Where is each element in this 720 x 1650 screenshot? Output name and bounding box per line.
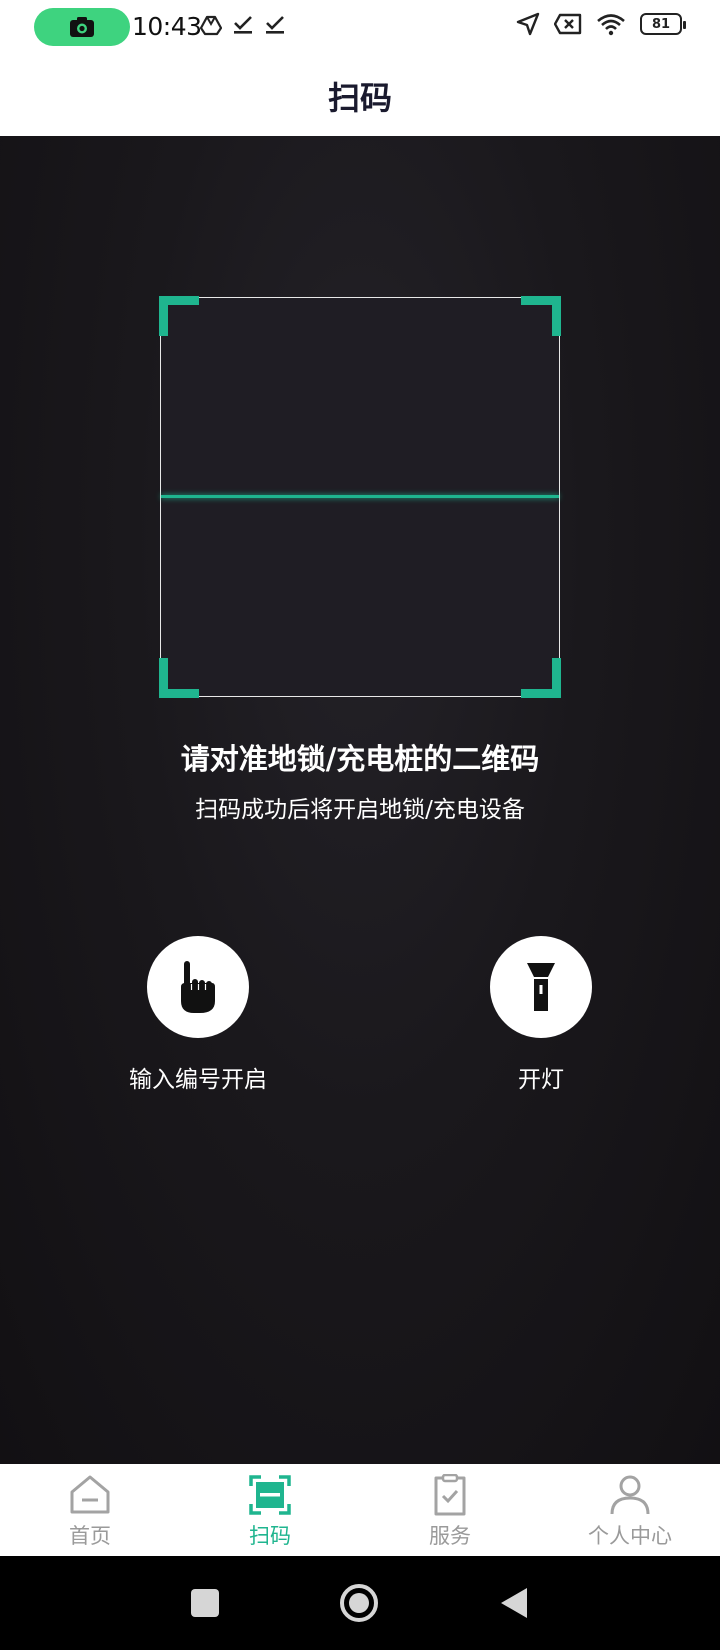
system-navigation-bar [0,1556,720,1650]
drive-icon [200,15,222,36]
status-bar: 10:43 81 [0,0,720,56]
screen-record-indicator[interactable] [34,8,130,46]
status-system-icons: 81 [516,12,686,36]
service-icon [434,1474,466,1516]
page-title: 扫码 [327,79,392,117]
flashlight-action[interactable]: 开灯 [431,936,651,1094]
manual-input-action[interactable]: 输入编号开启 [88,936,308,1094]
status-notification-icons [200,14,286,36]
tab-home[interactable]: 首页 [0,1464,180,1556]
pointing-hand-icon [181,961,215,1013]
scan-corner-top-left [159,296,199,336]
camera-icon [70,17,94,37]
scan-corner-bottom-right [521,658,561,698]
person-icon [610,1475,650,1515]
tab-scan[interactable]: 扫码 [180,1464,360,1556]
flashlight-icon [527,963,555,1011]
location-icon [516,12,540,36]
scan-line [161,495,559,498]
title-bar: 扫码 [0,56,720,136]
scan-corner-bottom-left [159,658,199,698]
tab-label: 首页 [69,1524,111,1548]
flashlight-button[interactable] [490,936,592,1038]
scan-corner-top-right [521,296,561,336]
flashlight-label: 开灯 [518,1067,564,1093]
tab-label: 个人中心 [588,1524,672,1548]
scan-instruction-subtitle: 扫码成功后将开启地锁/充电设备 [195,797,525,823]
status-time: 10:43 [132,12,202,41]
download-done-icon [234,16,252,34]
no-sim-icon [554,13,582,35]
back-icon[interactable] [499,1586,529,1620]
wifi-icon [597,14,625,36]
tab-profile[interactable]: 个人中心 [540,1464,720,1556]
bottom-tab-bar: 首页 扫码 服务 个人中心 [0,1464,720,1556]
tab-label: 服务 [429,1524,471,1548]
scan-icon [249,1475,291,1515]
battery-indicator: 81 [640,13,686,35]
scan-frame [159,296,561,698]
tab-label: 扫码 [249,1524,291,1548]
tab-service[interactable]: 服务 [360,1464,540,1556]
camera-viewfinder: 请对准地锁/充电桩的二维码 扫码成功后将开启地锁/充电设备 输入编号开启 开灯 [0,136,720,1464]
home-icon [70,1475,110,1514]
recents-icon[interactable] [191,1589,219,1617]
download-done-icon-2 [266,16,284,34]
manual-input-button[interactable] [147,936,249,1038]
home-button-icon[interactable] [339,1583,379,1623]
scan-instruction-title: 请对准地锁/充电桩的二维码 [180,742,540,776]
manual-input-label: 输入编号开启 [129,1067,267,1093]
battery-level: 81 [651,16,671,32]
app-root: 10:43 81 扫码 请对准地锁/充电桩的二维码 扫码成功后将开启地锁/充电设… [0,0,720,1650]
